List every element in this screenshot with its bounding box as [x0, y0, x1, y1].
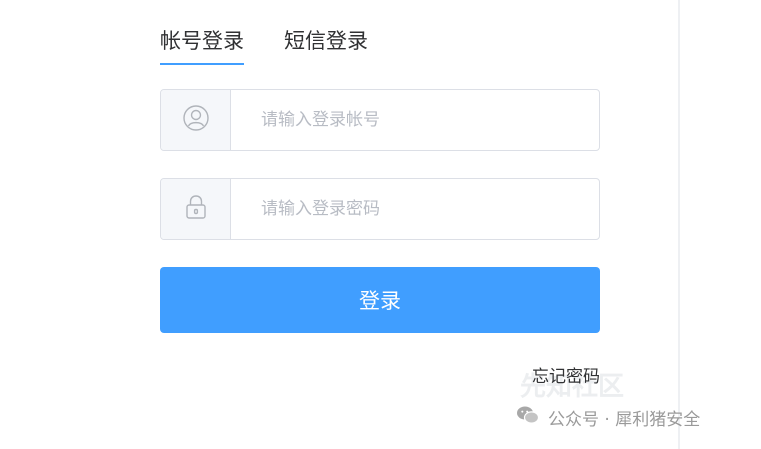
- password-field: [160, 178, 600, 240]
- lock-icon: [184, 193, 208, 225]
- wechat-watermark: 公众号 · 犀利猪安全: [516, 405, 700, 430]
- account-input[interactable]: [231, 90, 599, 150]
- account-field: [160, 89, 600, 151]
- account-prefix: [161, 90, 231, 150]
- user-icon: [182, 104, 210, 136]
- password-input[interactable]: [231, 179, 599, 239]
- tab-account-login[interactable]: 帐号登录: [160, 26, 244, 66]
- panel-divider: [678, 0, 680, 449]
- wechat-icon: [516, 405, 548, 430]
- password-prefix: [161, 179, 231, 239]
- login-tabs: 帐号登录 短信登录: [160, 26, 408, 66]
- forgot-password-link[interactable]: 忘记密码: [532, 362, 600, 387]
- tab-sms-login[interactable]: 短信登录: [284, 26, 368, 66]
- login-button[interactable]: 登录: [160, 267, 600, 333]
